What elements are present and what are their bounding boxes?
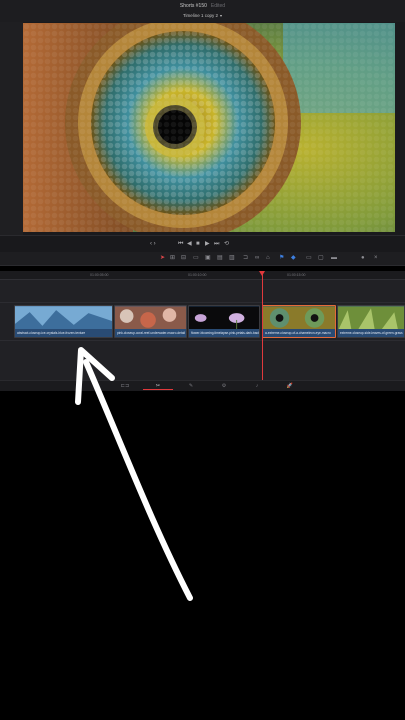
clip-label: pink-closeup-coral-reef-underwater-macro… [115, 329, 186, 337]
replace-clip-icon[interactable]: ▤ [217, 254, 223, 263]
track-divider [0, 302, 405, 303]
trim-tool-icon[interactable]: ⊞ [170, 254, 175, 263]
clip-thumbnail [189, 306, 259, 331]
link-icon[interactable]: ∞ [255, 254, 259, 263]
clip-label: extreme-closeup-side-leaves-of-green-gra… [338, 329, 404, 337]
zoom-out-icon[interactable]: ▭ [306, 254, 312, 263]
flag-icon[interactable]: ⚑ [279, 254, 284, 263]
clip-thumbnail [15, 306, 112, 331]
chevron-down-icon: ▾ [220, 13, 223, 18]
reverse-icon[interactable]: ◀ [187, 240, 192, 248]
go-to-start-icon[interactable]: ⏮ [178, 240, 183, 248]
snap-icon[interactable]: ⊐ [243, 254, 248, 263]
marker-icon[interactable]: ◆ [291, 254, 296, 263]
chameleon-eye-image [23, 23, 395, 232]
project-status: Edited [210, 3, 226, 9]
blade-tool-icon[interactable]: ⊟ [181, 254, 186, 263]
project-title: Shorts #150 [179, 3, 207, 9]
viewer-side-panel [0, 22, 23, 235]
viewer [0, 22, 405, 235]
timeline-clip-flower[interactable]: flower-blooming-timelapse-pink-petals-da… [188, 305, 260, 338]
timeline-clip-ice[interactable]: abstract-closeup-ice-crystals-blue-froze… [14, 305, 113, 338]
clip-thumbnail [115, 306, 186, 331]
viewer-frame[interactable] [23, 23, 395, 232]
zoom-slider-icon[interactable]: ▬ [331, 254, 337, 263]
zoom-in-icon[interactable]: ▢ [318, 254, 324, 263]
clip-thumbnail [338, 306, 404, 331]
lock-icon[interactable]: ⌂ [266, 254, 270, 263]
ruler-timecode: 01:00:05:00 [90, 273, 109, 277]
clip-label: flower-blooming-timelapse-pink-petals-da… [189, 329, 259, 337]
timeline-clip-chameleon[interactable]: a-extreme-closeup-of-a-chameleon-eye-mac… [262, 305, 336, 338]
title-bar: Shorts #150 Edited Timeline 1 copy 2 ▾ [0, 0, 405, 22]
fusion-page-icon[interactable]: ⚙ [209, 382, 239, 390]
insert-clip-icon[interactable]: ▭ [193, 254, 199, 263]
go-to-end-icon[interactable]: ⏭ [214, 240, 219, 248]
ruler-timecode: 01:00:15:00 [287, 273, 306, 277]
loop-icon[interactable]: ⟲ [224, 240, 229, 248]
clip-thumbnail [263, 306, 335, 331]
fairlight-page-icon[interactable]: ♪ [242, 382, 272, 390]
clip-label: abstract-closeup-ice-crystals-blue-froze… [15, 329, 112, 337]
track-divider [0, 340, 405, 341]
page-navigation: ⊏⊐ ✂ ✎ ⚙ ♪ 🚀 [0, 380, 405, 391]
project-title-row: Shorts #150 Edited [0, 3, 405, 10]
ruler-timecode: 01:00:10:00 [188, 273, 207, 277]
timeline-selector[interactable]: Timeline 1 copy 2 ▾ [0, 13, 405, 19]
edit-page-icon[interactable]: ✎ [176, 382, 206, 390]
timeline-clip-coral[interactable]: pink-closeup-coral-reef-underwater-macro… [114, 305, 187, 338]
select-tool-icon[interactable]: ➤ [160, 254, 165, 263]
playhead[interactable] [262, 271, 263, 381]
overwrite-clip-icon[interactable]: ▣ [205, 254, 211, 263]
timeline-ruler[interactable]: 01:00:05:00 01:00:10:00 01:00:15:00 [0, 271, 405, 280]
audio-meter-icon[interactable]: ● [361, 254, 365, 263]
timeline-clip-grass[interactable]: extreme-closeup-side-leaves-of-green-gra… [337, 305, 405, 338]
cut-page-icon[interactable]: ✂ [143, 382, 173, 390]
clip-label: a-extreme-closeup-of-a-chameleon-eye-mac… [263, 329, 335, 337]
jog-icon[interactable]: ‹ › [150, 240, 156, 248]
transport-controls: ‹ › ⏮ ◀ ■ ▶ ⏭ ⟲ [0, 235, 405, 252]
edit-toolbar: ➤ ⊞ ⊟ ▭ ▣ ▤ ▥ ⊐ ∞ ⌂ ⚑ ◆ ▭ ▢ ▬ ● × [0, 252, 405, 266]
timeline-name: Timeline 1 copy 2 [182, 13, 219, 18]
stop-icon[interactable]: ■ [196, 240, 200, 248]
play-icon[interactable]: ▶ [205, 240, 210, 248]
deliver-page-icon[interactable]: 🚀 [275, 382, 305, 390]
media-page-icon[interactable]: ⊏⊐ [110, 382, 140, 390]
fit-to-fill-icon[interactable]: ▥ [229, 254, 235, 263]
mute-icon[interactable]: × [374, 254, 378, 263]
